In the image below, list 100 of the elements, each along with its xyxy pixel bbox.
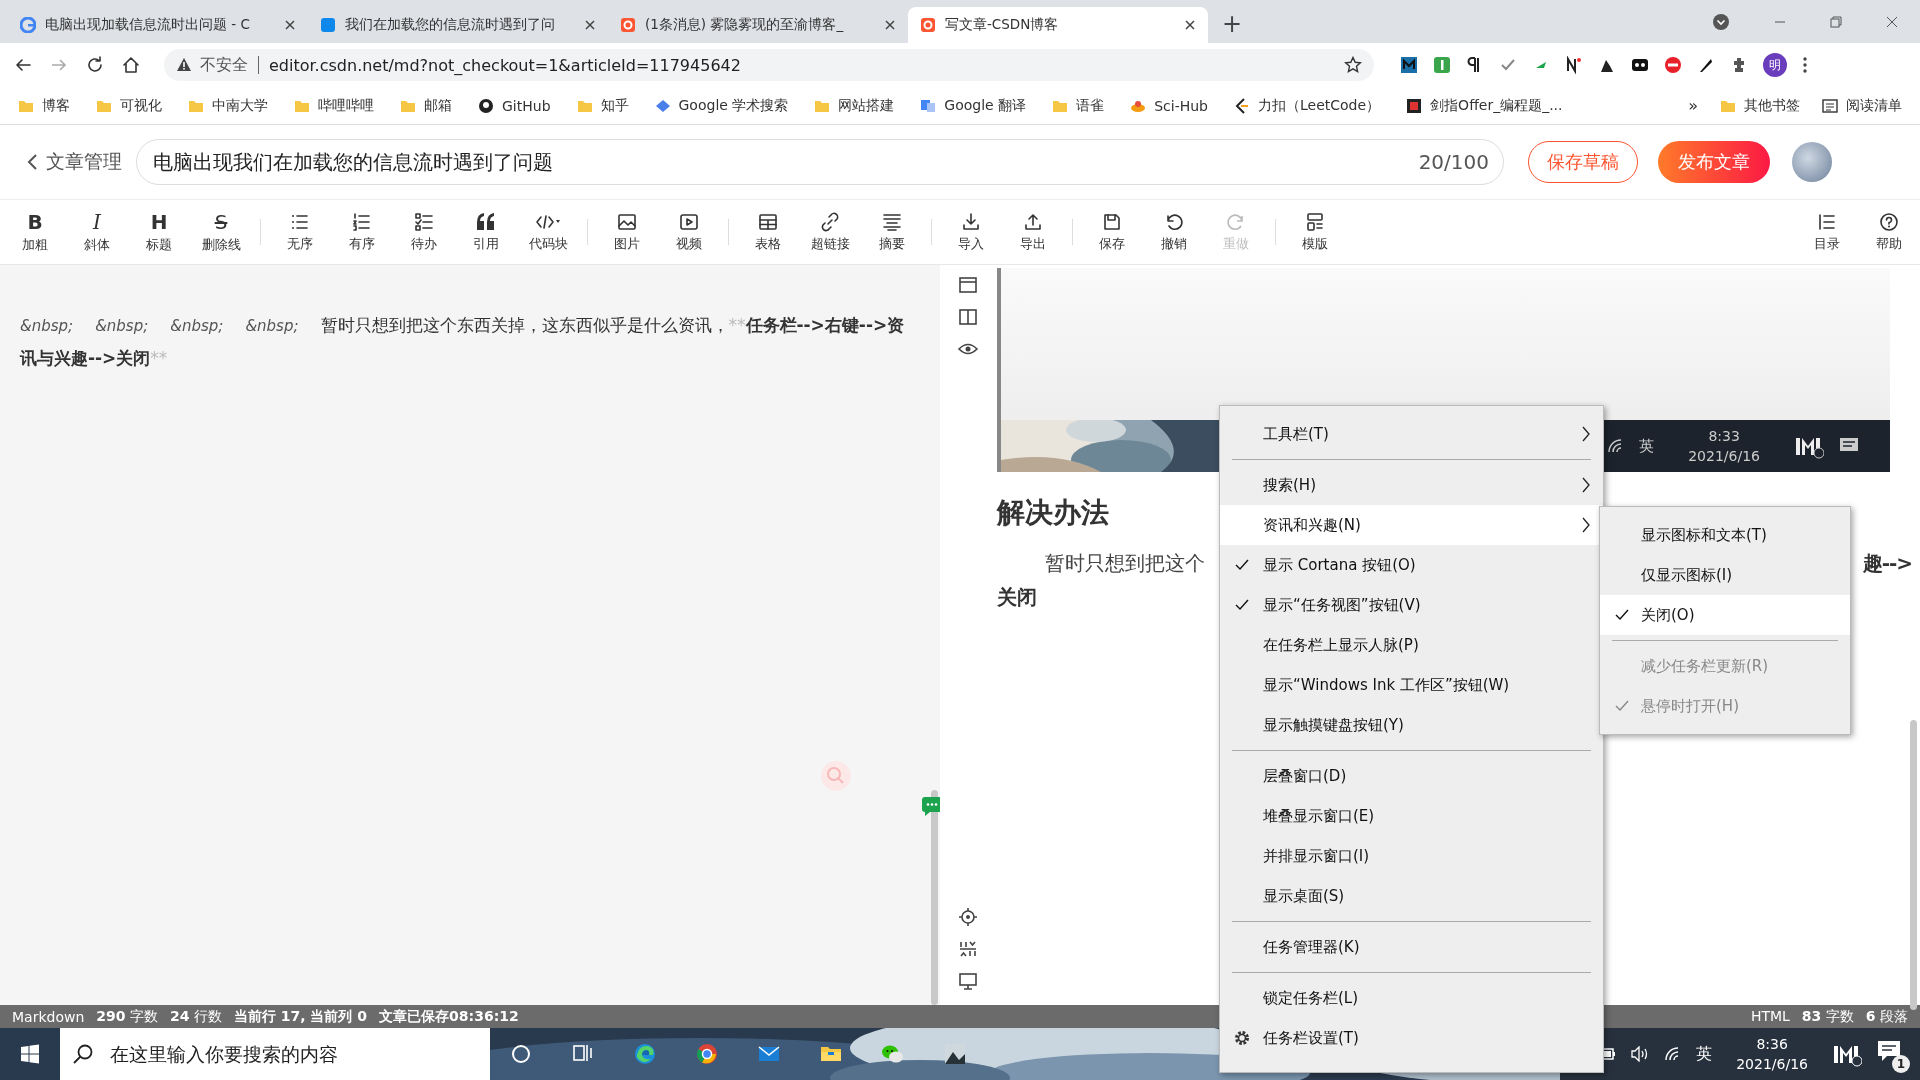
extension-icon[interactable] [1565, 56, 1583, 74]
toolbar-button[interactable]: 摘要 [861, 211, 923, 253]
toolbar-button[interactable]: H 标题 [128, 210, 190, 254]
toolbar-button[interactable]: 引用 [455, 211, 517, 253]
numbered-list-icon [352, 211, 372, 232]
bookmark[interactable]: 网站搭建 [814, 96, 895, 115]
profile-avatar[interactable]: 明 [1763, 53, 1787, 77]
toolbar-button[interactable]: 无序 [269, 211, 331, 253]
status-text: 文章已保存08:36:12 [379, 1007, 519, 1026]
input-method-indicator[interactable]: 英 [1696, 1043, 1713, 1065]
extension-icon[interactable] [1400, 56, 1418, 74]
menu-item[interactable]: 层叠窗口(D) [1220, 756, 1603, 796]
reading-list-button[interactable]: 阅读清单 [1822, 96, 1902, 115]
more-bookmarks-button[interactable]: » [1688, 96, 1698, 115]
bookmark[interactable]: 语雀 [1052, 96, 1105, 115]
back-link[interactable]: 文章管理 [26, 149, 122, 175]
restore-icon[interactable] [1830, 15, 1842, 28]
star-icon[interactable] [1344, 56, 1362, 74]
monitor-icon[interactable] [957, 971, 978, 991]
circle-icon [509, 1042, 533, 1066]
toolbar-button[interactable]: I 斜体 [66, 210, 128, 254]
bookmark[interactable]: Sci-Hub [1130, 97, 1208, 114]
tab-title: (1条消息) 雾隐雾现的至渝博客_ [645, 16, 845, 34]
menu-item[interactable]: 显示“Windows Ink 工作区”按钮(W) [1220, 665, 1603, 705]
bookmark[interactable]: 力扣（LeetCode） [1234, 96, 1381, 115]
split-view-icon[interactable] [957, 307, 978, 327]
dropdown-icon[interactable] [1712, 12, 1730, 31]
chrome-icon [695, 1042, 719, 1066]
bookmark[interactable]: 剑指Offer_编程题_... [1406, 96, 1563, 115]
toolbar-button[interactable]: 表格 [737, 211, 799, 253]
toolbar-button[interactable]: 视频 [658, 211, 720, 253]
menu-item[interactable]: 显示图标和文本(T) [1600, 515, 1850, 555]
toolbar-button[interactable]: 代码块 [517, 211, 579, 253]
crosshair-icon[interactable] [957, 907, 978, 927]
toolbar-button[interactable]: 超链接 [799, 211, 861, 253]
toolbar-button[interactable]: S 删除线 [190, 210, 252, 254]
close-icon[interactable] [584, 19, 596, 31]
sync-scroll-icon[interactable] [957, 939, 978, 959]
reload-icon[interactable] [86, 56, 104, 74]
menu-item[interactable]: 任务栏设置(T) [1220, 1018, 1603, 1058]
menu-item[interactable]: 搜索(H) [1220, 465, 1603, 505]
clock-time[interactable]: 8:36 [1756, 1034, 1788, 1054]
menu-item[interactable]: 显示 Cortana 按钮(O) [1220, 545, 1603, 585]
toolbar-button[interactable]: 撤销 [1143, 211, 1205, 253]
extension-icon[interactable] [1631, 56, 1649, 74]
bookmark[interactable]: 中南大学 [188, 96, 268, 115]
tab-favicon [320, 17, 336, 33]
close-icon[interactable] [1184, 19, 1196, 31]
bookmark[interactable]: Google 学术搜索 [654, 96, 789, 115]
bookmark[interactable]: GitHub [478, 97, 551, 114]
menu-item[interactable]: 工具栏(T) [1220, 414, 1603, 454]
bookmark[interactable]: 博客 [18, 96, 70, 115]
toolbar-button[interactable]: 保存 [1081, 211, 1143, 253]
menu-item[interactable]: 显示触摸键盘按钮(Y) [1220, 705, 1603, 745]
new-tab-button[interactable]: + [1222, 11, 1243, 37]
clock-date[interactable]: 2021/6/16 [1736, 1054, 1808, 1074]
close-icon[interactable] [1886, 15, 1898, 28]
toolbar-button[interactable]: 导出 [1002, 211, 1064, 253]
toolbar-button[interactable]: 有序 [331, 211, 393, 253]
menu-item[interactable]: 任务管理器(K) [1220, 927, 1603, 967]
menu-item[interactable]: 堆叠显示窗口(E) [1220, 796, 1603, 836]
title-input[interactable]: 电脑出现我们在加载您的信息流时遇到了问题 [151, 149, 1419, 175]
user-avatar[interactable] [1792, 142, 1832, 182]
menu-item[interactable]: 显示桌面(S) [1220, 876, 1603, 916]
toolbar-button[interactable]: 图片 [596, 211, 658, 253]
list-icon [1822, 97, 1838, 114]
bookmark[interactable]: Google 翻译 [920, 96, 1027, 115]
close-icon[interactable] [284, 19, 296, 31]
scrollbar[interactable] [931, 790, 938, 1005]
menu-item[interactable]: 关闭(O) [1600, 595, 1850, 635]
bookmark[interactable]: 可视化 [96, 96, 162, 115]
toolbar-button[interactable]: 模版 [1284, 211, 1346, 253]
menu-item[interactable]: 仅显示图标(I) [1600, 555, 1850, 595]
back-icon[interactable] [14, 56, 32, 74]
bookmark-folder[interactable]: 其他书签 [1720, 96, 1800, 115]
close-icon[interactable] [884, 19, 896, 31]
panel-icon[interactable] [957, 275, 978, 295]
toolbar-button[interactable]: B 加粗 [4, 210, 66, 254]
search-field[interactable]: 在这里输入你要搜索的内容 [108, 1042, 478, 1066]
bookmark[interactable]: 知乎 [576, 96, 629, 115]
toolbar-button[interactable]: 待办 [393, 211, 455, 253]
toolbar-button[interactable]: 目录 [1796, 211, 1858, 253]
menu-icon[interactable] [1802, 56, 1808, 74]
menu-item[interactable]: 显示“任务视图”按钮(V) [1220, 585, 1603, 625]
browser-tab[interactable]: (1条消息) 雾隐雾现的至渝博客_ [608, 7, 908, 43]
browser-tab[interactable]: 电脑出现加载信息流时出问题 - C [8, 7, 308, 43]
home-icon[interactable] [122, 56, 140, 74]
address-bar[interactable]: 不安全 editor.csdn.net/md?not_checkout=1&articleId=117945642 [164, 49, 1374, 81]
toolbar-button[interactable]: 帮助 [1858, 211, 1920, 253]
menu-item[interactable]: 在任务栏上显示人脉(P) [1220, 625, 1603, 665]
bookmark[interactable]: 哔哩哔哩 [294, 96, 374, 115]
menu-item[interactable]: 资讯和兴趣(N) [1220, 505, 1603, 545]
search-bar[interactable]: 在这里输入你要搜索的内容 [60, 1028, 490, 1080]
bookmark[interactable]: 邮箱 [400, 96, 452, 115]
scrollbar[interactable] [1910, 720, 1917, 1010]
browser-tab[interactable]: 写文章-CSDN博客 [908, 7, 1208, 43]
menu-item[interactable]: 并排显示窗口(I) [1220, 836, 1603, 876]
toolbar-button[interactable]: 导入 [940, 211, 1002, 253]
menu-item[interactable]: 锁定任务栏(L) [1220, 978, 1603, 1018]
browser-tab[interactable]: 我们在加载您的信息流时遇到了问 [308, 7, 608, 43]
